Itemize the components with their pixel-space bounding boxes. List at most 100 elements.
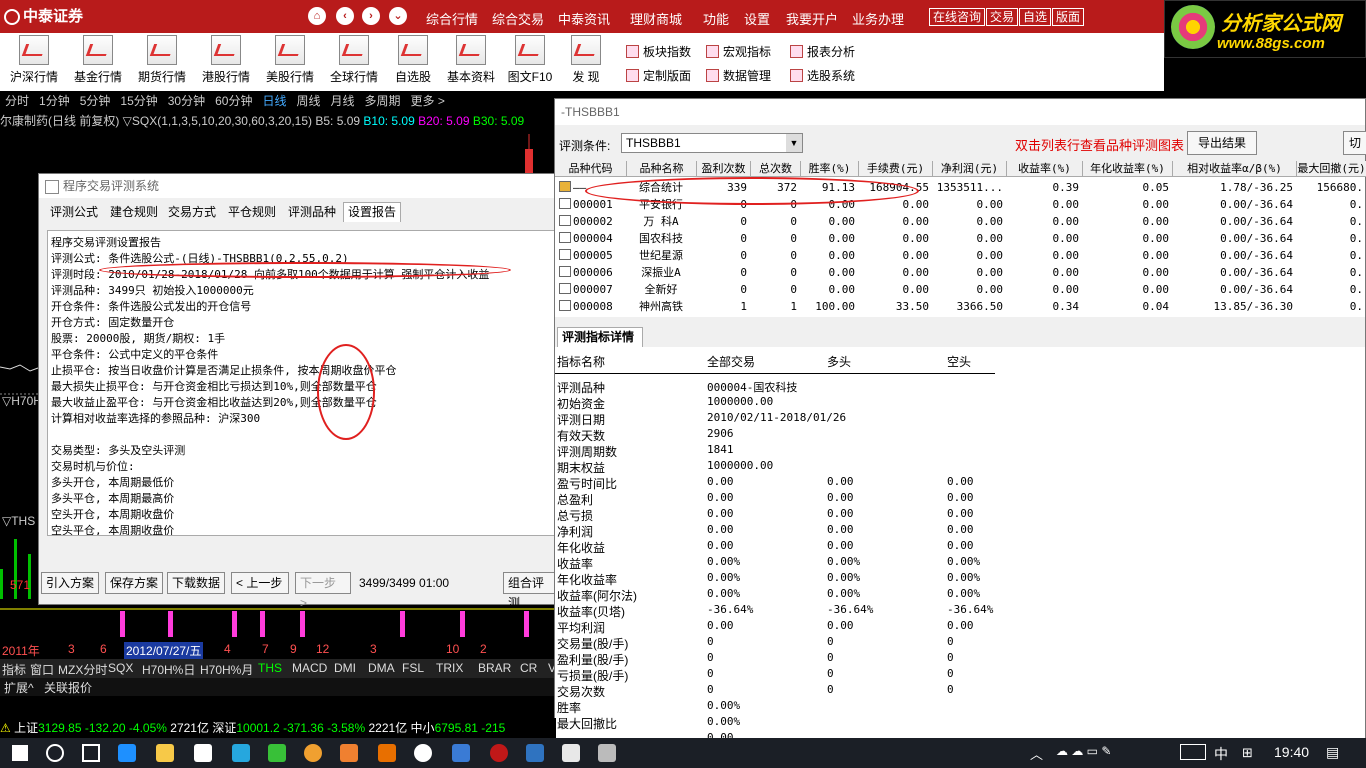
indicator-tab-10[interactable]: FSL [402, 661, 424, 675]
topbutton-2[interactable]: 自选 [1019, 8, 1052, 26]
keyboard-icon[interactable] [1180, 744, 1206, 760]
table-cell-5-1[interactable]: 深振业A [629, 264, 693, 281]
period-7[interactable]: 周线 [296, 94, 320, 108]
eval-tab-0[interactable]: 评测公式 [45, 202, 103, 222]
indicator-tab-9[interactable]: DMA [368, 661, 395, 675]
table-cell-6-0[interactable]: 000007 [573, 281, 625, 298]
toolbar-button-2[interactable]: 期货行情 [132, 35, 192, 85]
toolbar-button-0[interactable]: 沪深行情 [4, 35, 64, 85]
table-cell-7-1[interactable]: 神州高铁 [629, 298, 693, 315]
indicator-tab-1[interactable]: 窗口 [30, 661, 54, 678]
indicator-tab-5[interactable]: H70H%月 [200, 661, 253, 678]
topmenu-5[interactable]: 设置 [744, 9, 770, 28]
topbutton-1[interactable]: 交易 [986, 8, 1019, 26]
explorer-icon[interactable] [156, 744, 174, 762]
topmenu-1[interactable]: 综合交易 [492, 9, 544, 28]
period-3[interactable]: 15分钟 [120, 94, 157, 108]
col-header-6[interactable]: 净利润(元) [933, 161, 1007, 177]
forward-icon[interactable]: › [362, 7, 380, 25]
indicator-tab-13[interactable]: CR [520, 661, 537, 675]
eval-tab-1[interactable]: 建仓规则 [105, 202, 163, 222]
col-header-3[interactable]: 总次数 [751, 161, 801, 177]
table-cell-2-1[interactable]: 万 科A [629, 213, 693, 230]
side-button-1-1[interactable]: 数据管理 [706, 67, 771, 84]
toolbar-button-5[interactable]: 全球行情 [324, 35, 384, 85]
cond-select[interactable]: THSBBB1 ▼ [621, 133, 803, 153]
toolbar-button-8[interactable]: 图文F10 [500, 35, 560, 85]
ext-tab-1[interactable]: 关联报价 [44, 679, 92, 696]
period-2[interactable]: 5分钟 [80, 94, 111, 108]
store-icon[interactable] [232, 744, 250, 762]
wps-icon[interactable] [378, 744, 396, 762]
app-icon[interactable] [340, 744, 358, 762]
topbutton-0[interactable]: 在线咨询 [929, 8, 986, 26]
indicator-tab-2[interactable]: MZX分时 [58, 661, 107, 678]
period-5[interactable]: 60分钟 [215, 94, 252, 108]
side-button-0-1[interactable]: 宏观指标 [706, 43, 771, 60]
period-1[interactable]: 1分钟 [39, 94, 70, 108]
photo-icon[interactable] [452, 744, 470, 762]
eval-system-window[interactable]: 程序交易评测系统 程序交易评测设置报告 评测公式: 条件选股公式-(日线)-THS… [38, 173, 556, 610]
eval-button-5[interactable]: 组合评测 [503, 572, 555, 610]
col-header-9[interactable]: 相对收益率α/β(%) [1173, 161, 1297, 177]
table-cell-7-0[interactable]: 000008 [573, 298, 625, 315]
export-button[interactable]: 导出结果 [1187, 131, 1257, 155]
indicator-tab-4[interactable]: H70H%日 [142, 661, 195, 678]
task-view-icon[interactable] [82, 744, 100, 762]
eval-tab-3[interactable]: 平仓规则 [223, 202, 281, 222]
tray-icons[interactable]: ☁ ☁ ▭ ✎ [1056, 744, 1136, 762]
eval-button-3[interactable]: < 上一步 [231, 572, 289, 594]
switch-button[interactable]: 切换 [1343, 131, 1366, 155]
result-window[interactable]: -THSBBB1 评测条件: THSBBB1 ▼ 双击列表行查看品种评测图表 导出… [554, 98, 1366, 749]
window-title[interactable]: -THSBBB1 [555, 99, 1365, 125]
settings-icon[interactable] [598, 744, 616, 762]
browser-icon[interactable] [304, 744, 322, 762]
eval-tab-5[interactable]: 设置报告 [343, 202, 402, 222]
period-9[interactable]: 多周期 [365, 94, 401, 108]
indicator-tab-6[interactable]: THS [258, 661, 282, 675]
back-icon[interactable]: ‹ [336, 7, 354, 25]
indicator-tab-12[interactable]: BRAR [478, 661, 511, 675]
notification-icon[interactable]: ▤ [1326, 744, 1339, 761]
side-button-1-2[interactable]: 选股系统 [790, 67, 855, 84]
indicator-tab-8[interactable]: DMI [334, 661, 356, 675]
toolbar-button-6[interactable]: 自选股 [383, 35, 443, 85]
topmenu-0[interactable]: 综合行情 [426, 9, 478, 28]
col-header-2[interactable]: 盈利次数 [697, 161, 751, 177]
toolbar-button-3[interactable]: 港股行情 [196, 35, 256, 85]
mail-icon[interactable] [194, 744, 212, 762]
period-10[interactable]: 更多 > [411, 94, 445, 108]
eval-tab-4[interactable]: 评测品种 [283, 202, 341, 222]
period-4[interactable]: 30分钟 [168, 94, 205, 108]
table-cell-3-1[interactable]: 国农科技 [629, 230, 693, 247]
topbutton-3[interactable]: 版面 [1052, 8, 1085, 26]
cortana-icon[interactable] [46, 744, 64, 762]
qq-icon[interactable] [414, 744, 432, 762]
period-8[interactable]: 月线 [331, 94, 355, 108]
eval-button-2[interactable]: 下载数据 [167, 572, 225, 594]
zhongtai-icon[interactable] [490, 744, 508, 762]
table-cell-2-0[interactable]: 000002 [573, 213, 625, 230]
period-0[interactable]: 分时 [5, 94, 29, 108]
indicator-tab-3[interactable]: SQX [108, 661, 133, 675]
table-cell-6-1[interactable]: 全新好 [629, 281, 693, 298]
player-icon[interactable] [268, 744, 286, 762]
paint-icon[interactable] [562, 744, 580, 762]
edge-icon[interactable] [118, 744, 136, 762]
tab-detail[interactable]: 评测指标详情 [557, 327, 643, 347]
ext-tab-0[interactable]: 扩展^ [4, 679, 34, 696]
topmenu-2[interactable]: 中泰资讯 [558, 9, 610, 28]
windows-start-icon[interactable] [12, 745, 28, 761]
indicator-tab-0[interactable]: 指标 [2, 661, 26, 678]
topmenu-7[interactable]: 业务办理 [852, 9, 904, 28]
tray-chevron-icon[interactable]: ︿ [1030, 744, 1043, 763]
col-header-8[interactable]: 年化收益率(%) [1083, 161, 1173, 177]
eval-button-1[interactable]: 保存方案 [105, 572, 163, 594]
col-header-10[interactable]: 最大回撤(元) [1297, 161, 1366, 177]
home-icon[interactable]: ⌂ [308, 7, 326, 25]
col-header-0[interactable]: 品种代码 [555, 161, 627, 177]
table-cell-4-0[interactable]: 000005 [573, 247, 625, 264]
side-button-0-2[interactable]: 报表分析 [790, 43, 855, 60]
eval-button-0[interactable]: 引入方案 [41, 572, 99, 594]
indicator-tab-11[interactable]: TRIX [436, 661, 463, 675]
